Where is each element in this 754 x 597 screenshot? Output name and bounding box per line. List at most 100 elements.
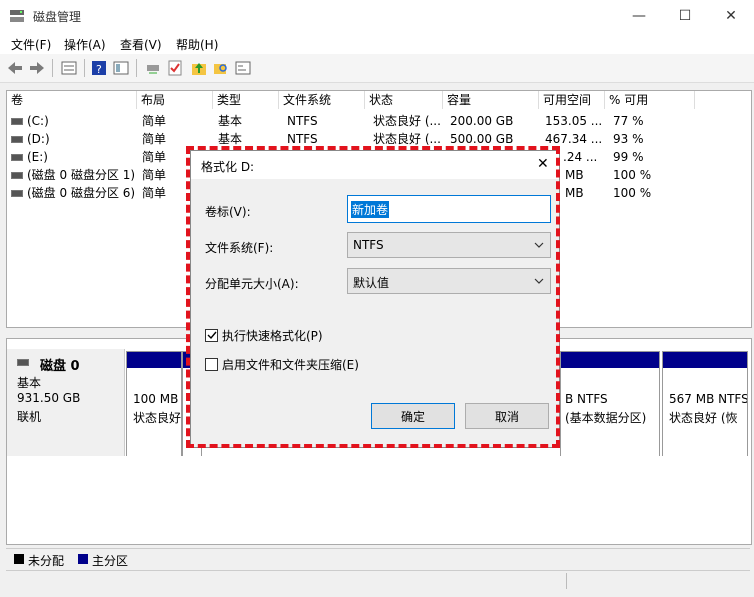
maximize-button[interactable]: ☐ (662, 0, 708, 32)
dialog-title: 格式化 D: (201, 160, 255, 174)
volume-name: (D:) (27, 132, 50, 146)
properties-icon[interactable] (112, 59, 130, 77)
svg-text:?: ? (96, 63, 102, 76)
partition-block[interactable]: B NTFS (基本数据分区) (560, 351, 660, 457)
column-header-percent-free[interactable]: % 可用 (605, 91, 695, 109)
compression-label: 启用文件和文件夹压缩(E) (222, 358, 359, 372)
volume-name: (磁盘 0 磁盘分区 6) (27, 186, 136, 200)
primary-partition-bar (127, 352, 181, 368)
volume-name: (磁盘 0 磁盘分区 1) (27, 168, 136, 182)
status-divider (566, 573, 567, 589)
compression-checkbox[interactable] (205, 358, 218, 371)
menu-file[interactable]: 文件(F) (11, 36, 51, 53)
unallocated-swatch (14, 554, 24, 564)
volume-name: (E:) (27, 150, 48, 164)
partition-block[interactable]: 567 MB NTFS 状态良好 (恢 (662, 351, 748, 457)
volume-label-input[interactable]: 新加卷 (347, 195, 551, 223)
disk-type: 基本 (17, 376, 42, 390)
column-header-status[interactable]: 状态 (365, 91, 443, 109)
disk-map-empty-area (6, 456, 752, 545)
back-icon[interactable] (6, 59, 24, 77)
cancel-button[interactable]: 取消 (465, 403, 549, 429)
horizontal-scrollbar[interactable] (6, 570, 750, 591)
filesystem-cell: NTFS (287, 114, 318, 128)
filesystem-label: 文件系统(F): (205, 241, 274, 255)
percent-free-cell: 99 % (613, 150, 644, 164)
allocation-unit-label: 分配单元大小(A): (205, 277, 299, 291)
toolbar-separator (84, 59, 85, 77)
layout-cell: 简单 (142, 132, 167, 146)
column-header-volume[interactable]: 卷 (7, 91, 137, 109)
chevron-down-icon (534, 278, 544, 284)
connect-icon[interactable] (144, 59, 162, 77)
legend-primary: 主分区 (92, 554, 129, 568)
drive-icon (11, 118, 23, 125)
menu-bar: 文件(F) 操作(A) 查看(V) 帮助(H) (0, 32, 754, 54)
drive-icon (11, 154, 23, 161)
compression-option[interactable]: 启用文件和文件夹压缩(E) (205, 356, 359, 373)
layout-cell: 简单 (142, 114, 167, 128)
disk-icon (17, 359, 29, 366)
dialog-close-icon[interactable]: ✕ (537, 156, 549, 172)
ok-button[interactable]: 确定 (371, 403, 455, 429)
toolbar-separator (52, 59, 53, 77)
quick-format-option[interactable]: 执行快速格式化(P) (205, 327, 323, 344)
column-header-free-space[interactable]: 可用空间 (539, 91, 605, 109)
free-space-cell: 153.05 ... (545, 114, 603, 128)
menu-view[interactable]: 查看(V) (120, 36, 162, 53)
partition-size: 567 MB NTFS (669, 392, 747, 406)
disk-size: 931.50 GB (17, 391, 81, 405)
console-icon[interactable] (234, 59, 252, 77)
drive-icon (11, 172, 23, 179)
primary-swatch (78, 554, 88, 564)
check-icon[interactable] (166, 59, 184, 77)
column-header-capacity[interactable]: 容量 (443, 91, 539, 109)
volume-name: (C:) (27, 114, 49, 128)
partition-size: B NTFS (565, 392, 608, 406)
search-folder-icon[interactable] (212, 59, 230, 77)
partition-block[interactable]: 100 MB 状态良好 (126, 351, 182, 457)
disk-info[interactable]: 磁盘 0 基本 931.50 GB 联机 (7, 349, 125, 457)
layout-cell: 简单 (142, 186, 167, 200)
primary-partition-bar (663, 352, 747, 368)
column-header-type[interactable]: 类型 (213, 91, 279, 109)
window-title: 磁盘管理 (33, 10, 82, 24)
format-dialog: 格式化 D: ✕ 卷标(V): 新加卷 文件系统(F): NTFS 分配单元大小… (190, 150, 560, 448)
title-bar: 磁盘管理 — ☐ ✕ (0, 0, 754, 32)
up-folder-icon[interactable] (190, 59, 208, 77)
free-space-cell: .24 ... (563, 150, 598, 164)
status-cell: 状态良好 (... (373, 114, 441, 128)
menu-action[interactable]: 操作(A) (64, 36, 106, 53)
type-cell: 基本 (218, 132, 243, 146)
filesystem-value: NTFS (353, 238, 384, 252)
primary-partition-bar (561, 352, 659, 368)
partition-status: 状态良好 (恢 (669, 411, 738, 425)
free-space-cell: MB (565, 168, 584, 182)
disk-status: 联机 (17, 410, 42, 424)
close-button[interactable]: ✕ (708, 0, 754, 32)
capacity-cell: 200.00 GB (450, 114, 514, 128)
quick-format-checkbox[interactable] (205, 329, 218, 342)
toolbar: ? (0, 54, 754, 83)
menu-help[interactable]: 帮助(H) (176, 36, 218, 53)
partition-size: 100 MB (133, 392, 179, 406)
free-space-cell: MB (565, 186, 584, 200)
drive-icon (11, 136, 23, 143)
forward-icon[interactable] (28, 59, 46, 77)
status-cell: 状态良好 (... (373, 132, 441, 146)
capacity-cell: 500.00 GB (450, 132, 514, 146)
column-header-layout[interactable]: 布局 (137, 91, 213, 109)
drive-icon (11, 190, 23, 197)
help-icon[interactable]: ? (90, 59, 108, 77)
partition-status: (基本数据分区) (565, 411, 647, 425)
layout-cell: 简单 (142, 150, 167, 164)
column-header-filesystem[interactable]: 文件系统 (279, 91, 365, 109)
minimize-button[interactable]: — (616, 0, 662, 32)
percent-free-cell: 93 % (613, 132, 644, 146)
allocation-unit-select[interactable]: 默认值 (347, 268, 551, 294)
disk-name: 磁盘 0 (40, 359, 80, 374)
percent-free-cell: 77 % (613, 114, 644, 128)
filesystem-select[interactable]: NTFS (347, 232, 551, 258)
checkmark-icon (207, 331, 217, 340)
list-view-icon[interactable] (60, 59, 78, 77)
